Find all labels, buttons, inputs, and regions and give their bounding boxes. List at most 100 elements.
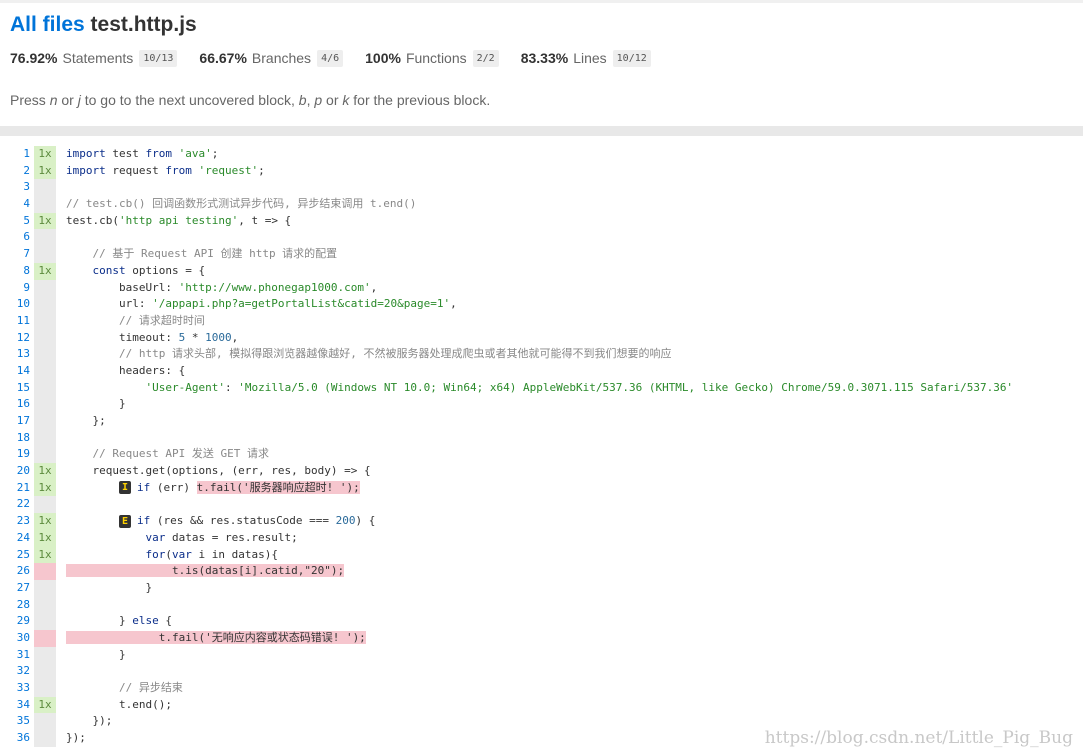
code-line: 3 — [0, 179, 1083, 197]
line-number[interactable]: 14 — [0, 363, 34, 380]
code-line: 13 // http 请求头部, 模拟得跟浏览器越像越好, 不然被服务器处理成爬… — [0, 346, 1083, 363]
line-number[interactable]: 21 — [0, 480, 34, 497]
line-number[interactable]: 7 — [0, 246, 34, 263]
code-line: 19 // Request API 发送 GET 请求 — [0, 446, 1083, 464]
code-line: 8 1x const options = { — [0, 262, 1083, 280]
keyword: var — [171, 547, 192, 561]
line-number[interactable]: 22 — [0, 496, 34, 513]
hint-text: or — [322, 92, 343, 108]
code-text: baseUrl: — [66, 280, 179, 294]
line-source: t.end(); — [66, 697, 172, 711]
hit-count: 1x — [34, 513, 56, 530]
line-number[interactable]: 25 — [0, 547, 34, 564]
hit-count — [34, 312, 56, 330]
line-number[interactable]: 13 — [0, 346, 34, 363]
line-number[interactable]: 24 — [0, 530, 34, 547]
hit-count — [34, 413, 56, 430]
line-number[interactable]: 1 — [0, 146, 34, 163]
hit-count — [34, 663, 56, 680]
keyword: from — [145, 147, 173, 160]
stat-label: Functions — [405, 50, 467, 66]
status-bar-separator — [0, 126, 1083, 136]
filename: test.http.js — [90, 13, 197, 36]
coverage-summary: 76.92% Statements 10/13 66.67% Branches … — [10, 46, 1070, 70]
line-number[interactable]: 31 — [0, 647, 34, 664]
line-number[interactable]: 9 — [0, 280, 34, 297]
number: 200 — [335, 514, 356, 528]
code-line: 32 — [0, 663, 1083, 680]
keyword: from — [165, 163, 192, 177]
line-source: const options = { — [56, 263, 205, 280]
code-text: (res && res.statusCode === — [150, 514, 336, 528]
line-number[interactable]: 35 — [0, 713, 34, 730]
line-source: t.fail('无响应内容或状态码错误! '); — [56, 630, 366, 647]
line-number[interactable]: 33 — [0, 680, 34, 697]
line-number[interactable]: 32 — [0, 663, 34, 680]
string: 'Mozilla/5.0 (Windows NT 10.0; Win64; x6… — [238, 380, 1014, 394]
line-number[interactable]: 11 — [0, 313, 34, 330]
code-text: timeout: — [66, 330, 179, 344]
keyword: import — [66, 163, 106, 177]
line-number[interactable]: 20 — [0, 463, 34, 480]
line-number[interactable]: 19 — [0, 446, 34, 463]
line-source: Iif (err) t.fail('服务器响应超时! '); — [56, 480, 360, 497]
top-border — [0, 0, 1083, 3]
line-number[interactable]: 26 — [0, 563, 34, 580]
line-number[interactable]: 8 — [0, 263, 34, 280]
hit-count — [34, 563, 56, 580]
code-text: i in datas){ — [191, 547, 278, 561]
line-source: t.is(datas[i].catid,"20"); — [56, 563, 345, 580]
line-number[interactable]: 3 — [0, 179, 34, 196]
code-line: 29 } else { — [0, 613, 1083, 630]
line-number[interactable]: 36 — [0, 730, 34, 747]
line-number[interactable]: 12 — [0, 330, 34, 347]
code-line: 18 — [0, 429, 1083, 447]
code-text: , — [370, 280, 378, 294]
code-text: options = { — [125, 263, 206, 277]
line-source: request.get(options, (err, res, body) =>… — [66, 464, 371, 478]
code-text: ; — [211, 147, 219, 160]
code-line: 28 — [0, 596, 1083, 614]
code-text: url: — [66, 297, 153, 311]
code-line: 31 } — [0, 646, 1083, 664]
comment: // test.cb() 回调函数形式测试异步代码, 异步结束调用 t.end(… — [66, 197, 417, 211]
line-number[interactable]: 16 — [0, 396, 34, 413]
line-number[interactable]: 15 — [0, 380, 34, 397]
number: 1000 — [205, 330, 232, 344]
stat-fraction: 10/12 — [612, 49, 651, 67]
line-number[interactable]: 10 — [0, 296, 34, 313]
line-source: } — [66, 647, 126, 661]
line-number[interactable]: 29 — [0, 613, 34, 630]
line-number[interactable]: 30 — [0, 630, 34, 647]
hit-count — [34, 179, 56, 197]
stat-fraction: 10/13 — [139, 49, 178, 67]
code-text: { — [158, 614, 172, 628]
stat-label: Statements — [62, 50, 134, 66]
stat-lines: 83.33% Lines 10/12 — [520, 49, 651, 67]
stat-fraction: 4/6 — [317, 49, 344, 67]
stat-functions: 100% Functions 2/2 — [365, 49, 499, 67]
hit-count — [34, 579, 56, 597]
line-number[interactable]: 18 — [0, 430, 34, 447]
hit-count — [34, 279, 56, 297]
line-number[interactable]: 2 — [0, 163, 34, 180]
line-number[interactable]: 27 — [0, 580, 34, 597]
keyword: if — [136, 480, 151, 494]
line-source: baseUrl: 'http://www.phonegap1000.com', — [56, 280, 377, 297]
hit-count — [34, 629, 56, 647]
code-text: , — [450, 297, 457, 311]
line-number[interactable]: 23 — [0, 513, 34, 530]
line-number[interactable]: 6 — [0, 229, 34, 246]
line-number[interactable]: 17 — [0, 413, 34, 430]
stat-pct: 83.33% — [520, 50, 569, 66]
line-number[interactable]: 28 — [0, 597, 34, 614]
line-source: } — [66, 397, 126, 411]
code-text: (err) — [150, 480, 197, 494]
line-number[interactable]: 4 — [0, 196, 34, 213]
branch-not-taken-badge: I — [118, 481, 131, 495]
line-number[interactable]: 5 — [0, 213, 34, 230]
line-number[interactable]: 34 — [0, 697, 34, 714]
line-source — [56, 430, 66, 447]
code-text: datas = res.result; — [165, 530, 298, 544]
all-files-link[interactable]: All files — [10, 13, 85, 36]
